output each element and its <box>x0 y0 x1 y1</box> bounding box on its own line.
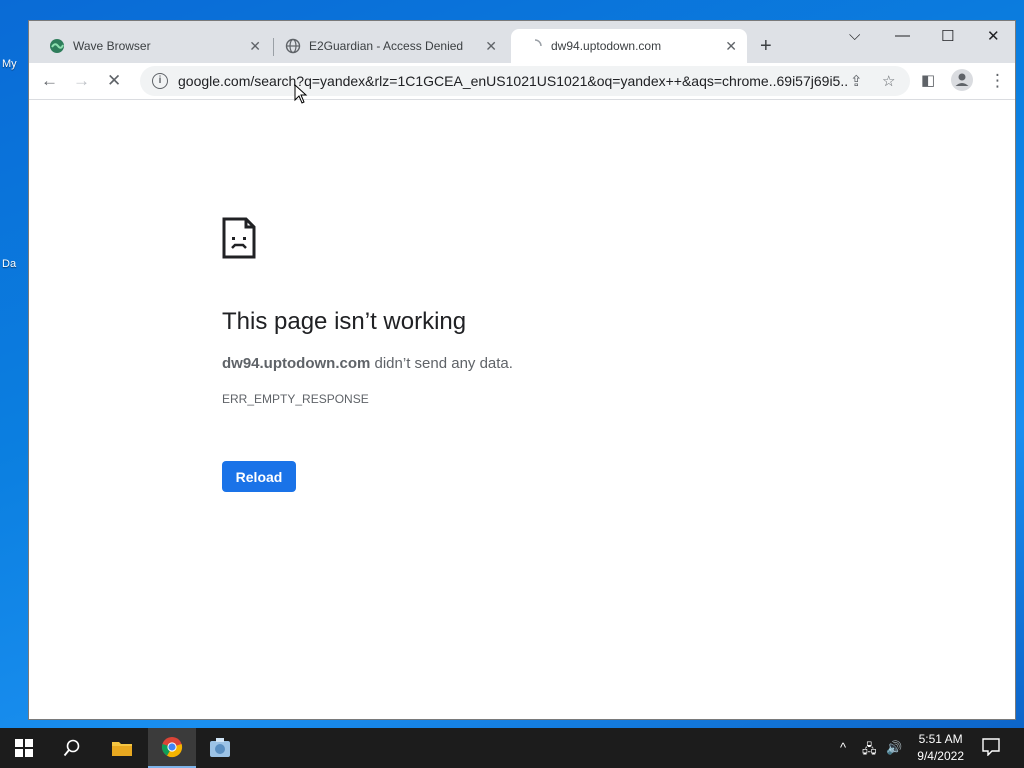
maximize-icon[interactable]: ☐ <box>941 27 954 45</box>
wave-browser-icon <box>49 38 65 54</box>
new-tab-button[interactable]: + <box>760 35 772 58</box>
site-info-icon[interactable]: i <box>152 73 168 89</box>
close-icon[interactable]: ✕ <box>485 38 497 55</box>
address-bar[interactable]: i google.com/search?q=yandex&rlz=1C1GCEA… <box>140 66 910 96</box>
error-page: This page isn’t working dw94.uptodown.co… <box>29 100 1015 719</box>
taskbar-chrome[interactable] <box>148 728 196 768</box>
error-host: dw94.uptodown.com <box>222 355 371 372</box>
profile-avatar-icon[interactable] <box>951 69 973 96</box>
error-message: didn’t send any data. <box>370 355 513 372</box>
share-icon[interactable]: ⇪ <box>850 72 863 90</box>
clock[interactable]: 5:51 AM 9/4/2022 <box>917 731 964 765</box>
notification-icon[interactable] <box>982 738 1000 759</box>
tray-chevron-icon[interactable]: ^ <box>840 740 846 755</box>
clock-time: 5:51 AM <box>918 732 963 746</box>
back-icon[interactable]: ← <box>41 71 58 91</box>
close-icon[interactable]: ✕ <box>249 38 261 55</box>
tab-title: E2Guardian - Access Denied <box>309 39 464 53</box>
close-icon[interactable]: ✕ <box>725 38 737 55</box>
windows-logo-icon <box>15 739 33 757</box>
menu-dots-icon[interactable]: ⋮ <box>989 71 1006 91</box>
network-app-icon <box>210 738 230 757</box>
tab-wave-browser[interactable]: Wave Browser ✕ <box>33 29 271 63</box>
clock-date: 9/4/2022 <box>917 749 964 763</box>
tab-uptodown[interactable]: dw94.uptodown.com ✕ <box>511 29 747 63</box>
chrome-icon <box>161 737 183 758</box>
error-code: ERR_EMPTY_RESPONSE <box>222 392 369 406</box>
search-icon <box>63 739 80 757</box>
folder-icon <box>112 742 132 756</box>
tab-title: dw94.uptodown.com <box>551 39 662 53</box>
desktop-icon-label[interactable]: Da <box>2 258 16 270</box>
bookmark-star-icon[interactable]: ☆ <box>882 72 895 90</box>
taskbar-app[interactable] <box>196 728 244 768</box>
tab-e2guardian[interactable]: E2Guardian - Access Denied ✕ <box>269 29 507 63</box>
browser-window: Wave Browser ✕ E2Guardian - Access Denie… <box>28 20 1016 720</box>
forward-icon[interactable]: → <box>73 71 90 91</box>
side-panel-icon[interactable]: ◧ <box>921 71 935 89</box>
close-window-icon[interactable]: ✕ <box>987 27 1000 45</box>
address-text[interactable]: google.com/search?q=yandex&rlz=1C1GCEA_e… <box>178 73 848 89</box>
tab-search-icon[interactable]: ⌵ <box>849 27 860 44</box>
minimize-icon[interactable]: — <box>895 27 910 44</box>
globe-icon <box>285 38 301 54</box>
browser-toolbar: ← → ✕ i google.com/search?q=yandex&rlz=1… <box>29 63 1015 100</box>
sad-page-icon <box>222 217 256 264</box>
start-button[interactable] <box>0 728 48 768</box>
error-description: dw94.uptodown.com didn’t send any data. <box>222 355 513 372</box>
taskbar: ^ 🖧 🔊 5:51 AM 9/4/2022 <box>0 728 1024 768</box>
tab-title: Wave Browser <box>73 39 151 53</box>
volume-icon[interactable]: 🔊 <box>886 740 902 756</box>
network-icon[interactable]: 🖧 <box>862 740 877 762</box>
desktop-icon-label[interactable]: My <box>2 58 17 70</box>
taskbar-file-explorer[interactable] <box>98 728 146 768</box>
tab-strip: Wave Browser ✕ E2Guardian - Access Denie… <box>29 21 1015 63</box>
loading-icon <box>527 38 543 54</box>
stop-loading-icon[interactable]: ✕ <box>107 71 121 91</box>
mouse-cursor-icon <box>294 83 308 109</box>
error-title: This page isn’t working <box>222 308 467 335</box>
search-button[interactable] <box>48 728 96 768</box>
reload-button[interactable]: Reload <box>222 461 296 492</box>
